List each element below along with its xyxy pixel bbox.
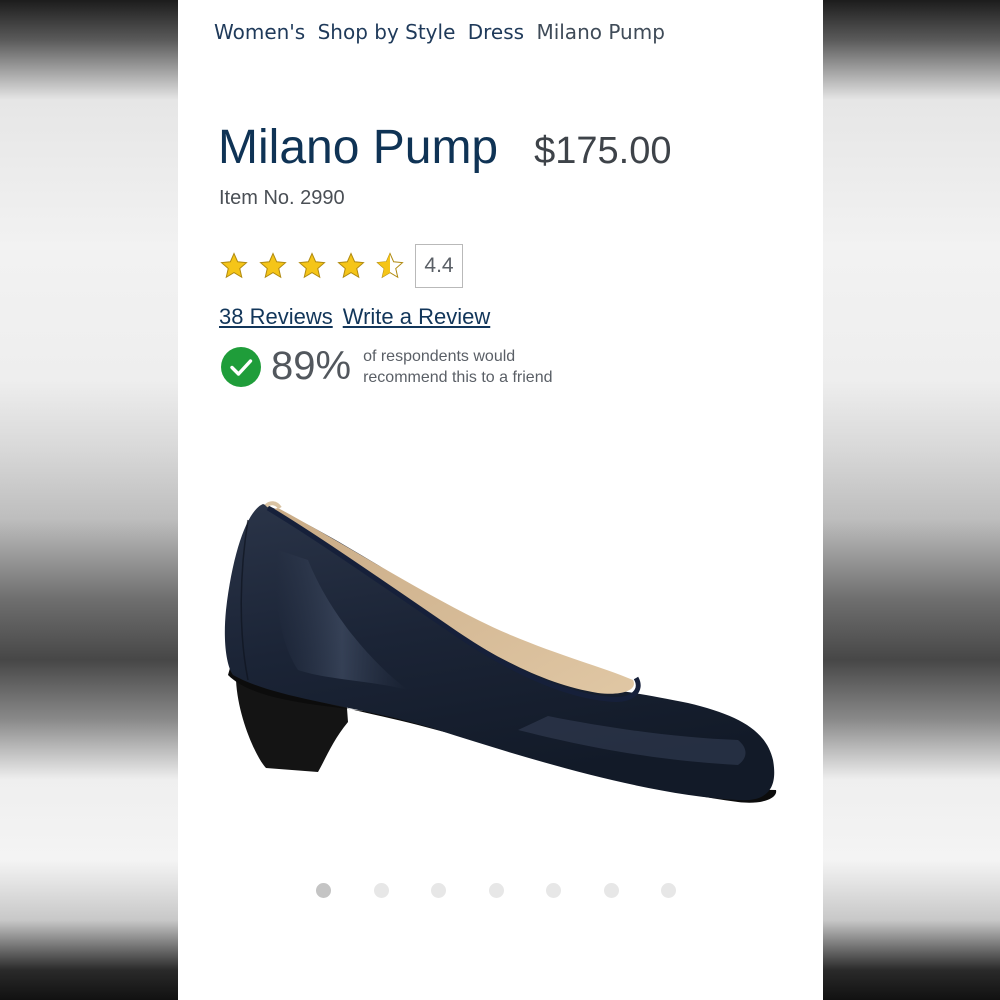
star-half-icon: [376, 252, 404, 279]
breadcrumb-item-shop-by-style[interactable]: Shop by Style: [318, 20, 456, 44]
blurred-background-left: [0, 0, 178, 1000]
page-title: Milano Pump: [218, 121, 499, 174]
screenshot-frame: Women's Shop by Style Dress Milano Pump …: [0, 0, 1000, 1000]
star-icon: [337, 252, 365, 279]
star-icon: [259, 252, 287, 279]
recommend-percent: 89%: [271, 344, 352, 388]
recommend-summary: 89% of respondents would recommend this …: [221, 344, 552, 389]
product-price: $175.00: [534, 130, 672, 172]
carousel-dot-4[interactable]: [488, 883, 504, 898]
reviews-count-link[interactable]: 38 Reviews: [219, 304, 333, 330]
title-row: Milano Pump $175.00: [218, 120, 672, 175]
carousel-dot-1[interactable]: [316, 883, 331, 898]
blurred-background-right: [823, 0, 1000, 1000]
carousel-dot-7[interactable]: [661, 883, 676, 898]
carousel-dot-3[interactable]: [431, 883, 446, 898]
rating-value-box: 4.4: [415, 244, 463, 288]
review-links: 38 Reviews Write a Review: [219, 304, 500, 330]
carousel-dots: [316, 883, 719, 898]
recommend-text: of respondents would recommend this to a…: [363, 346, 552, 388]
star-icon: [298, 252, 326, 279]
write-review-link[interactable]: Write a Review: [343, 304, 491, 330]
item-number: Item No. 2990: [219, 187, 345, 209]
rating-row[interactable]: 4.4: [219, 244, 463, 288]
carousel-dot-6[interactable]: [603, 883, 619, 898]
breadcrumb-current: Milano Pump: [536, 20, 665, 44]
breadcrumb-item-womens[interactable]: Women's: [214, 20, 305, 44]
breadcrumb: Women's Shop by Style Dress Milano Pump: [214, 20, 671, 44]
carousel-dot-2[interactable]: [373, 883, 389, 898]
carousel-dot-5[interactable]: [546, 883, 561, 898]
star-icon: [220, 252, 248, 279]
recommend-text-line1: of respondents would: [363, 347, 516, 365]
check-circle-icon: [221, 346, 261, 387]
product-page: Women's Shop by Style Dress Milano Pump …: [178, 0, 823, 1000]
breadcrumb-item-dress[interactable]: Dress: [468, 20, 524, 44]
shoe-image[interactable]: [218, 490, 788, 850]
recommend-text-line2: recommend this to a friend: [363, 368, 553, 386]
